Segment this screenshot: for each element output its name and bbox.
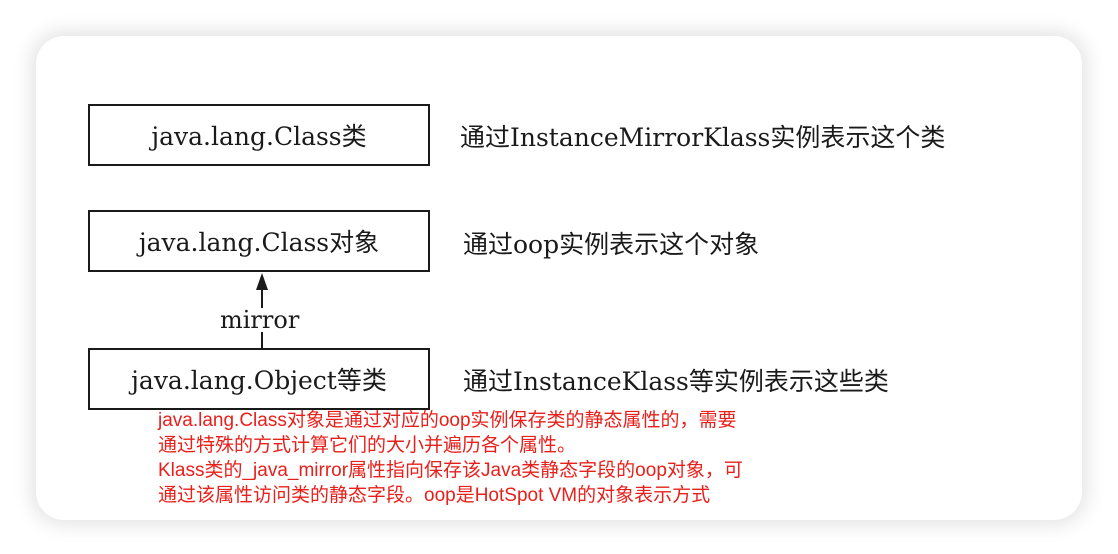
object-types-box: java.lang.Object等类 — [88, 348, 430, 410]
note-line: java.lang.Class对象是通过对应的oop实例保存类的静态属性的，需要 — [158, 410, 737, 431]
object-types-label: java.lang.Object等类 — [131, 366, 387, 395]
object-types-description: 通过InstanceKlass等实例表示这些类 — [463, 367, 889, 396]
mirror-edge-label: mirror — [218, 306, 302, 334]
note-line: Klass类的_java_mirror属性指向保存该Java类静态字段的oop对… — [158, 460, 743, 481]
note-line: 通过该属性访问类的静态字段。oop是HotSpot VM的对象表示方式 — [158, 485, 711, 506]
annotation-note: java.lang.Class对象是通过对应的oop实例保存类的静态属性的，需要… — [158, 408, 743, 508]
note-line: 通过特殊的方式计算它们的大小并遍历各个属性。 — [158, 435, 577, 456]
